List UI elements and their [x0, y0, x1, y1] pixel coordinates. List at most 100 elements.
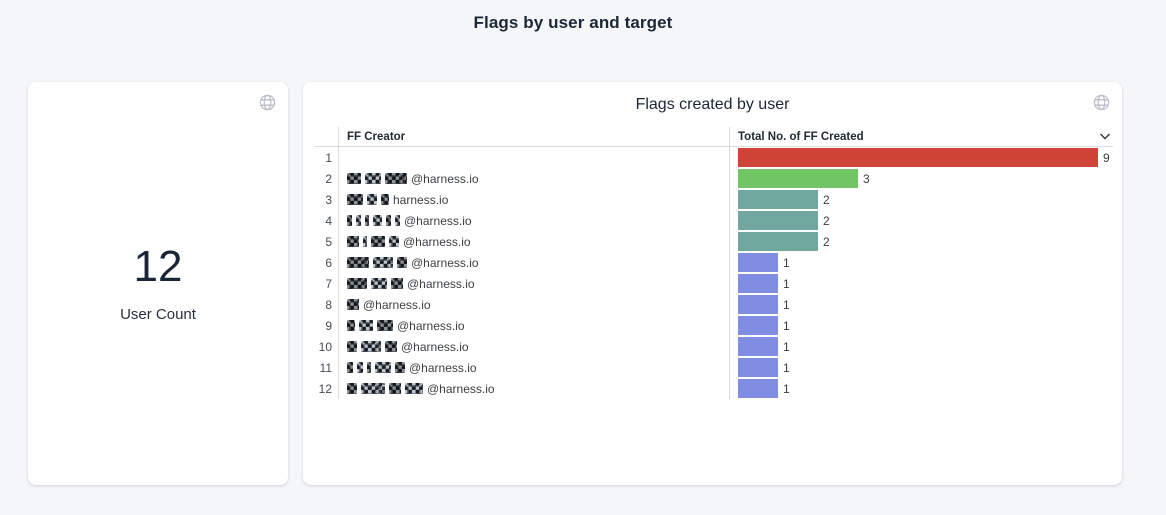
bar[interactable]: [738, 232, 818, 251]
bar-cell: 1: [730, 357, 1113, 378]
row-number: 8: [315, 298, 338, 312]
redacted-email-segment: [389, 383, 401, 394]
redacted-email-segment: [347, 341, 357, 352]
bar[interactable]: [738, 379, 778, 398]
redacted-email-segment: [385, 341, 397, 352]
bar-cell: 1: [730, 294, 1113, 315]
bar[interactable]: [738, 211, 818, 230]
table-row[interactable]: 5 @harness.io 2: [315, 231, 1113, 252]
table-row[interactable]: 12 @harness.io 1: [315, 378, 1113, 399]
creator-cell: @harness.io: [338, 315, 730, 336]
bar-value: 1: [783, 298, 790, 312]
redacted-email-segment: [347, 257, 369, 268]
creator-email-suffix: @harness.io: [401, 340, 469, 354]
redacted-email-segment: [373, 215, 382, 226]
bar-cell: 1: [730, 378, 1113, 399]
bar[interactable]: [738, 190, 818, 209]
table-row[interactable]: 2 @harness.io 3: [315, 168, 1113, 189]
redacted-email-segment: [347, 383, 357, 394]
bar-value: 9: [1103, 151, 1110, 165]
table-row[interactable]: 3 harness.io 2: [315, 189, 1113, 210]
creator-email-suffix: @harness.io: [397, 319, 465, 333]
redacted-email-segment: [375, 362, 391, 373]
flags-table: FF Creator Total No. of FF Created 1 9 2…: [315, 127, 1113, 399]
table-row[interactable]: 1 9: [315, 147, 1113, 168]
user-count-card: 12 User Count: [28, 82, 288, 485]
redacted-email-segment: [397, 257, 407, 268]
redacted-email-segment: [347, 173, 361, 184]
redacted-email-segment: [356, 215, 361, 226]
creator-cell: @harness.io: [338, 273, 730, 294]
bar[interactable]: [738, 169, 858, 188]
redacted-email-segment: [391, 278, 403, 289]
redacted-email-segment: [395, 362, 405, 373]
row-number: 4: [315, 214, 338, 228]
table-body: 1 9 2 @harness.io 3 3 harness.io 2 4 @ha…: [315, 147, 1113, 399]
bar[interactable]: [738, 148, 1098, 167]
creator-cell: @harness.io: [338, 378, 730, 399]
redacted-email-segment: [367, 194, 377, 205]
bar-value: 1: [783, 340, 790, 354]
bar[interactable]: [738, 337, 778, 356]
creator-email-suffix: @harness.io: [363, 298, 431, 312]
creator-cell: @harness.io: [338, 168, 730, 189]
redacted-email-segment: [359, 320, 373, 331]
redacted-email-segment: [371, 278, 387, 289]
bar[interactable]: [738, 358, 778, 377]
column-header-ff-creator[interactable]: FF Creator: [338, 127, 730, 146]
bar[interactable]: [738, 295, 778, 314]
table-row[interactable]: 8 @harness.io 1: [315, 294, 1113, 315]
row-number: 10: [315, 340, 338, 354]
row-number: 12: [315, 382, 338, 396]
bar-value: 2: [823, 235, 830, 249]
table-header-row: FF Creator Total No. of FF Created: [315, 127, 1113, 147]
creator-cell: @harness.io: [338, 231, 730, 252]
bar-value: 1: [783, 319, 790, 333]
chevron-down-icon[interactable]: [1099, 132, 1111, 140]
table-row[interactable]: 10 @harness.io 1: [315, 336, 1113, 357]
row-number: 11: [315, 361, 338, 375]
flags-created-card: Flags created by user FF Creator Total N…: [303, 82, 1122, 485]
row-number: 9: [315, 319, 338, 333]
user-count-value: 12: [134, 245, 183, 289]
column-header-total-created[interactable]: Total No. of FF Created: [730, 127, 1113, 146]
bar[interactable]: [738, 274, 778, 293]
redacted-email-segment: [363, 236, 367, 247]
redacted-email-segment: [386, 215, 391, 226]
bar-cell: 3: [730, 168, 1113, 189]
redacted-email-segment: [347, 215, 352, 226]
redacted-email-segment: [347, 236, 359, 247]
creator-email-suffix: @harness.io: [403, 235, 471, 249]
redacted-email-segment: [347, 362, 353, 373]
redacted-email-segment: [395, 215, 400, 226]
redacted-email-segment: [385, 173, 407, 184]
bar-value: 3: [863, 172, 870, 186]
table-row[interactable]: 9 @harness.io 1: [315, 315, 1113, 336]
redacted-email-segment: [347, 320, 355, 331]
redacted-email-segment: [405, 383, 423, 394]
redacted-email-segment: [381, 194, 389, 205]
row-number: 2: [315, 172, 338, 186]
row-number: 7: [315, 277, 338, 291]
table-row[interactable]: 4 @harness.io 2: [315, 210, 1113, 231]
creator-cell: @harness.io: [338, 210, 730, 231]
redacted-email-segment: [361, 383, 385, 394]
bar[interactable]: [738, 253, 778, 272]
bar[interactable]: [738, 316, 778, 335]
creator-email-suffix: harness.io: [393, 193, 448, 207]
bar-cell: 1: [730, 273, 1113, 294]
table-row[interactable]: 6 @harness.io 1: [315, 252, 1113, 273]
creator-cell: [338, 147, 730, 168]
redacted-email-segment: [357, 362, 363, 373]
bar-cell: 2: [730, 210, 1113, 231]
bar-value: 1: [783, 277, 790, 291]
bar-cell: 9: [730, 147, 1113, 168]
redacted-email-segment: [389, 236, 399, 247]
row-number: 5: [315, 235, 338, 249]
table-row[interactable]: 11 @harness.io 1: [315, 357, 1113, 378]
scorecard-body: 12 User Count: [28, 82, 288, 485]
chart-title: Flags created by user: [303, 96, 1122, 114]
table-row[interactable]: 7 @harness.io 1: [315, 273, 1113, 294]
creator-email-suffix: @harness.io: [427, 382, 495, 396]
creator-email-suffix: @harness.io: [411, 172, 479, 186]
